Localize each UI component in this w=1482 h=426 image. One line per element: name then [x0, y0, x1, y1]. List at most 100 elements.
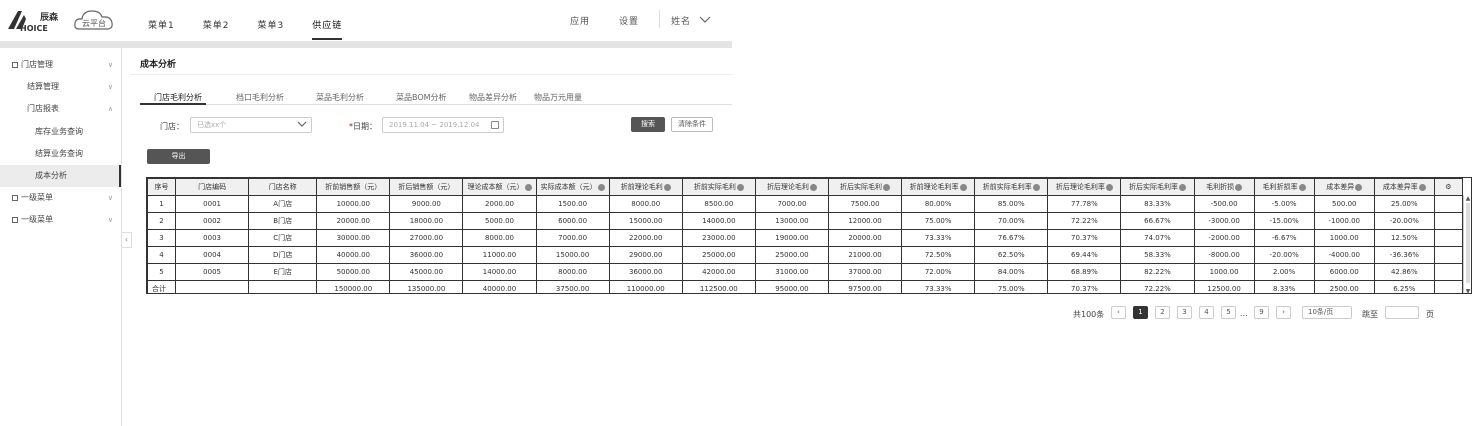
col-header-actual-margin-before[interactable]: 折前实际毛利	[681, 178, 756, 196]
col-header-actual-rate-before[interactable]: 折前实际毛利率	[974, 178, 1049, 196]
page-button-4[interactable]: 4	[1199, 306, 1214, 319]
scroll-down-icon[interactable]: ▼	[1464, 288, 1471, 293]
sidebar-item-settlement-query[interactable]: 结算业务查询	[0, 143, 121, 165]
col-header-theory-rate-before[interactable]: 折前理论毛利率	[901, 178, 976, 196]
sidebar-item-menu-a[interactable]: 一级菜单 ∨	[0, 187, 121, 209]
table-cell: 5000.00	[462, 212, 537, 230]
table-row[interactable]: 2 0002 B门店 20000.00 18000.00 5000.00 6000.00 15…	[147, 212, 1464, 230]
col-header-sales-before[interactable]: 折前销售额（元）	[316, 178, 391, 196]
table-row[interactable]: 4 0004 D门店 40000.00 36000.00 11000.00 15000.00…	[147, 246, 1464, 264]
help-icon[interactable]	[1235, 183, 1243, 191]
table-cell: 0004	[175, 246, 250, 264]
settings-link[interactable]: 设置	[619, 14, 639, 27]
sidebar-item-store-mgmt[interactable]: 门店管理 ∨	[0, 54, 121, 76]
help-icon[interactable]	[597, 183, 605, 191]
col-header-theory-margin-after[interactable]: 折后理论毛利	[754, 178, 830, 196]
help-icon[interactable]	[1418, 183, 1426, 191]
menu-icon	[12, 61, 18, 68]
page-button-2[interactable]: 2	[1155, 306, 1170, 319]
sidebar-item-cost-analysis[interactable]: 成本分析	[0, 165, 121, 187]
sidebar-item-settlement[interactable]: 结算管理 ∨	[0, 76, 121, 98]
help-icon[interactable]	[1178, 183, 1186, 191]
table-row[interactable]: 1 0001 A门店 10000.00 9000.00 2000.00 1500.00 800…	[147, 195, 1464, 213]
sidebar-collapse-button[interactable]: ‹	[122, 232, 132, 248]
col-header-cost-variance[interactable]: 成本差异	[1313, 178, 1375, 196]
page-button-3[interactable]: 3	[1177, 306, 1192, 319]
col-header-theory-margin-before[interactable]: 折前理论毛利	[608, 178, 683, 196]
help-icon[interactable]	[1032, 183, 1040, 191]
table-scrollbar[interactable]: ▲ ▼	[1463, 195, 1471, 293]
page-button-9[interactable]: 9	[1254, 306, 1269, 319]
sidebar-item-menu-b[interactable]: 一级菜单 ∨	[0, 209, 121, 231]
tab-item-usage[interactable]: 物品万元用量	[534, 92, 582, 105]
col-header-theory-rate-after[interactable]: 折后理论毛利率	[1047, 178, 1122, 196]
scroll-up-icon[interactable]: ▲	[1464, 195, 1471, 202]
table-cell: 0005	[175, 263, 250, 281]
clear-filters-button[interactable]: 清除条件	[671, 117, 713, 132]
table-cell: 2000.00	[462, 195, 537, 213]
help-icon[interactable]	[959, 183, 967, 191]
export-button[interactable]: 导出	[147, 149, 210, 164]
sidebar-item-inventory-query[interactable]: 库存业务查询	[0, 121, 121, 143]
prev-page-button[interactable]: ‹	[1111, 306, 1126, 319]
menu-icon	[12, 194, 18, 201]
col-header-store-code[interactable]: 门店编码	[175, 178, 250, 196]
help-icon[interactable]	[524, 183, 532, 191]
col-header-cost-variance-rate[interactable]: 成本差异率	[1373, 178, 1435, 196]
help-icon[interactable]	[736, 183, 744, 191]
page-button-5[interactable]: 5	[1221, 306, 1236, 319]
table-cell: -2000.00	[1193, 229, 1255, 247]
table-cell: 75.00%	[974, 280, 1049, 293]
next-page-button[interactable]: ›	[1276, 306, 1291, 319]
table-cell: 11000.00	[462, 246, 537, 264]
table-cell: 7000.00	[535, 229, 610, 247]
sidebar-item-store-reports[interactable]: 门店报表 ∧	[0, 98, 121, 120]
col-header-index[interactable]: 序号	[147, 178, 177, 196]
table-cell: 7500.00	[827, 195, 903, 213]
help-icon[interactable]	[1298, 183, 1306, 191]
tab-stall-margin[interactable]: 档口毛利分析	[236, 92, 284, 105]
table-total-row[interactable]: 合计 150000.00 135000.00 40000.00 37500.00 1100…	[147, 280, 1464, 293]
tab-dish-margin[interactable]: 菜品毛利分析	[316, 92, 364, 105]
date-range-picker[interactable]: 2019.11.04 ~ 2019.12.04	[382, 117, 504, 133]
tab-dish-bom[interactable]: 菜品BOM分析	[396, 92, 447, 105]
page-button-1[interactable]: 1	[1133, 306, 1148, 319]
help-icon[interactable]	[663, 183, 671, 191]
user-menu[interactable]: 姓名	[671, 14, 711, 27]
help-icon[interactable]	[1355, 183, 1363, 191]
nav-menu3[interactable]: 菜单3	[257, 18, 284, 40]
page-size-select[interactable]: 10条/页	[1302, 306, 1352, 319]
table-cell: 62.50%	[974, 246, 1049, 264]
help-icon[interactable]	[883, 183, 891, 191]
col-header-margin-loss[interactable]: 毛利折损	[1193, 178, 1255, 196]
nav-menu2[interactable]: 菜单2	[203, 18, 230, 40]
table-row[interactable]: 5 0005 E门店 50000.00 45000.00 14000.00 8000.00 3…	[147, 263, 1464, 281]
store-select[interactable]: 已选xx个	[190, 117, 312, 133]
table-cell: 12000.00	[827, 212, 903, 230]
apps-link[interactable]: 应用	[570, 14, 590, 27]
help-icon[interactable]	[809, 183, 817, 191]
nav-menu1[interactable]: 菜单1	[148, 18, 175, 40]
header-divider	[659, 10, 660, 28]
col-header-theory-cost[interactable]: 理论成本额（元）	[462, 178, 537, 196]
col-header-actual-cost[interactable]: 实际成本额（元）	[535, 178, 610, 196]
goto-page-input[interactable]	[1385, 306, 1419, 319]
col-header-margin-loss-rate[interactable]: 毛利折损率	[1253, 178, 1315, 196]
col-header-store-name[interactable]: 门店名称	[248, 178, 318, 196]
tab-item-variance[interactable]: 物品差异分析	[469, 92, 517, 105]
tab-store-margin[interactable]: 门店毛利分析	[140, 92, 206, 105]
table-cell: 15000.00	[608, 212, 683, 230]
scrollbar-thumb[interactable]	[1466, 203, 1470, 283]
col-header-actual-rate-after[interactable]: 折后实际毛利率	[1120, 178, 1195, 196]
table-row[interactable]: 3 0003 C门店 30000.00 27000.00 8000.00 7000.00 22…	[147, 229, 1464, 247]
table-header-row: 序号 门店编码 门店名称 折前销售额（元） 折后销售额（元） 理论成本额（元） …	[147, 178, 1464, 196]
table-cell: 36000.00	[389, 246, 464, 264]
column-settings-icon[interactable]: ⚙	[1433, 178, 1464, 196]
table-cell: 70.37%	[1047, 229, 1122, 247]
search-button[interactable]: 搜索	[631, 117, 665, 132]
help-icon[interactable]	[1105, 183, 1113, 191]
col-header-sales-after[interactable]: 折后销售额（元）	[389, 178, 464, 196]
nav-supply-chain[interactable]: 供应链	[312, 18, 343, 40]
analysis-tabs: 门店毛利分析 档口毛利分析 菜品毛利分析 菜品BOM分析 物品差异分析 物品万元…	[140, 92, 732, 105]
col-header-actual-margin-after[interactable]: 折后实际毛利	[827, 178, 903, 196]
